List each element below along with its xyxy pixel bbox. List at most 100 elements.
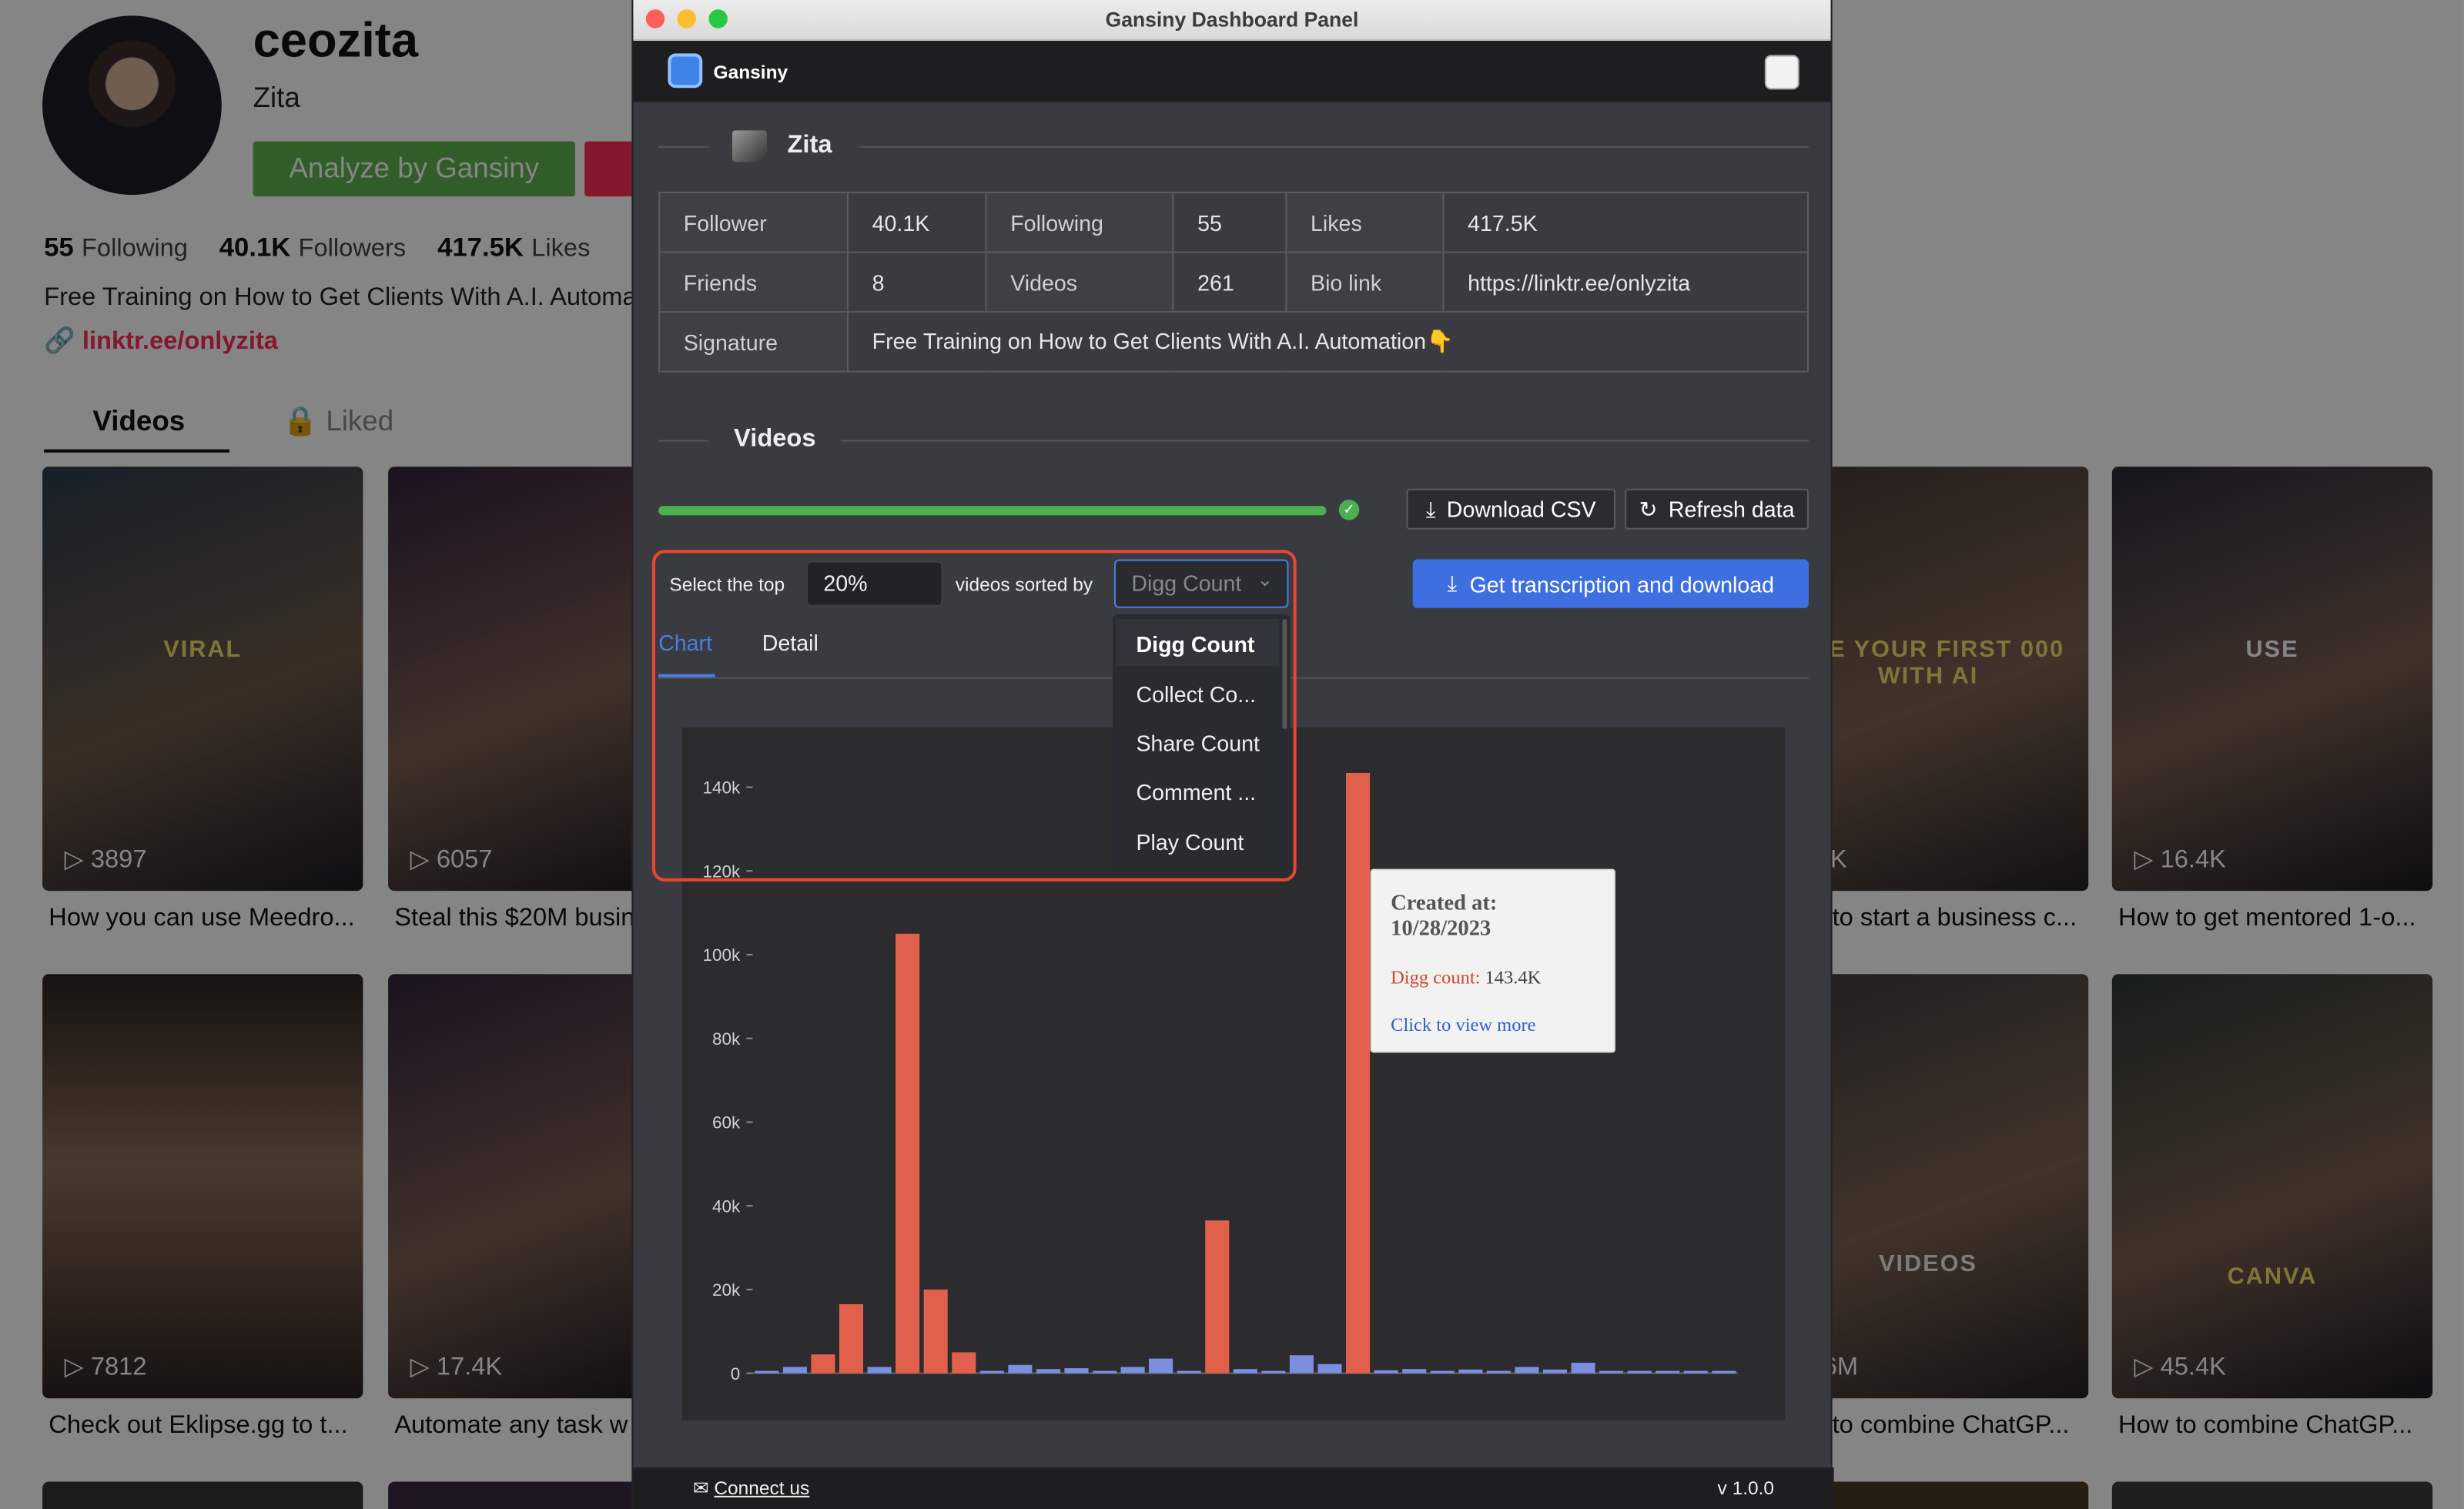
video-caption[interactable]: to combine ChatGP... [1833,1413,2070,1441]
video-caption[interactable]: Check out Eklipse.gg to t... [49,1413,347,1441]
chart-tooltip[interactable]: Created at: 10/28/2023 Digg count: 143.4… [1370,868,1615,1053]
bio-link-value[interactable]: https://linktr.ee/onlyzita [1442,251,1809,313]
chart-bar[interactable] [867,1367,892,1373]
chart-bar[interactable] [1656,1370,1680,1373]
menu-item-digg-count[interactable]: Digg Count [1136,631,1254,657]
following-stat[interactable]: 55 Following [44,233,188,264]
connect-us-link[interactable]: ✉ Connect us [693,1477,809,1499]
chart-bar[interactable] [1177,1370,1201,1373]
chart-bar[interactable] [839,1303,864,1373]
chart-bar[interactable] [1486,1370,1511,1373]
tab-liked[interactable]: 🔒 Liked [283,406,393,439]
menu-item-collect-count[interactable]: Collect Co... [1136,682,1256,708]
video-caption[interactable]: to start a business c... [1833,905,2077,934]
divider [859,146,1809,148]
chart-bar[interactable] [1261,1370,1286,1373]
app-name: Gansiny [713,61,788,84]
tooltip-created: Created at: 10/28/2023 [1391,892,1498,942]
chart-bar[interactable] [1627,1370,1652,1373]
download-icon: ⤓ [1425,495,1436,521]
user-avatar-icon[interactable] [1764,55,1799,90]
chart-bar[interactable] [811,1354,835,1373]
chart-bar[interactable] [896,933,920,1373]
y-tick-label: 100k [703,945,741,965]
chart-bar[interactable] [1008,1364,1033,1373]
y-tick-label: 40k [712,1196,741,1216]
menu-item-play-count[interactable]: Play Count [1136,830,1244,855]
download-icon: ⤓ [1447,570,1458,596]
chart-bar[interactable] [1402,1369,1427,1373]
video-card[interactable]: CANVA ▷ 45.4K [2111,974,2433,1399]
followers-stat[interactable]: 40.1K Followers [219,233,407,264]
bio-link-label: Bio link [1285,251,1445,313]
likes-value: 417.5K [1442,191,1809,253]
chart-bar[interactable] [755,1370,779,1373]
chart-bar[interactable] [1599,1370,1624,1373]
y-tick-label: 80k [712,1029,741,1049]
chart-bar[interactable] [1036,1369,1060,1373]
y-tick-label: 20k [712,1280,741,1300]
chart-bar[interactable] [1542,1369,1568,1373]
menu-scrollbar[interactable] [1282,619,1287,729]
chart-bar[interactable] [1233,1369,1257,1373]
refresh-data-button[interactable]: ↻ Refresh data [1625,488,1809,530]
video-card[interactable]: ▷ 7812 [42,974,363,1399]
check-icon: ✓ [1338,499,1360,520]
tooltip-digg: Digg count: 143.4K [1391,966,1542,989]
chart-bar[interactable] [1458,1369,1483,1373]
version-label: v 1.0.0 [1717,1477,1775,1499]
chart-bar[interactable] [1346,772,1371,1373]
video-caption[interactable]: Steal this $20M busin [394,905,634,934]
chart-bar[interactable] [1064,1368,1089,1373]
video-card[interactable]: USE ▷ 16.4K [2111,467,2433,892]
video-caption[interactable]: Automate any task w [394,1413,628,1441]
video-card[interactable]: VIRAL ▷ 3897 [42,467,363,892]
chart-bar[interactable] [1205,1220,1230,1373]
chart-bar[interactable] [1289,1355,1314,1373]
window-footer: ✉ Connect us v 1.0.0 [633,1467,1834,1509]
profile-nickname: Zita [253,82,300,113]
videos-value: 261 [1172,251,1287,313]
tab-videos[interactable]: Videos [92,406,185,439]
get-transcription-button[interactable]: ⤓ Get transcription and download [1412,559,1809,608]
likes-stat: 417.5K Likes [437,233,591,263]
chart-bar[interactable] [782,1367,807,1373]
window-titlebar[interactable]: Gansiny Dashboard Panel [633,0,1831,42]
video-caption[interactable]: How to get mentored 1-o... [2118,905,2416,934]
chart-bar[interactable] [952,1352,976,1373]
menu-item-comment-count[interactable]: Comment ... [1136,779,1256,805]
menu-item-share-count[interactable]: Share Count [1136,731,1259,756]
y-tick-label: 0 [731,1364,740,1384]
videos-section-title: Videos [734,426,816,453]
analyze-by-gansiny-button[interactable]: Analyze by Gansiny [253,141,575,197]
chart-bar[interactable] [1317,1363,1342,1373]
chart-bar[interactable] [1683,1370,1708,1373]
video-card[interactable] [42,1481,363,1509]
chart-bar[interactable] [979,1370,1004,1373]
chart-bar[interactable] [1374,1370,1398,1373]
gansiny-logo-icon [668,53,703,89]
signature-label: Signature [658,311,849,373]
profile-stats: 55 Following 40.1K Followers 417.5K Likes [44,233,590,264]
chart-bar[interactable] [1120,1367,1145,1373]
profile-link[interactable]: 🔗 linktr.ee/onlyzita [44,325,278,356]
chart-bar[interactable] [1430,1370,1455,1373]
profile-name: Zita [787,132,832,159]
video-caption[interactable]: How to combine ChatGP... [2118,1413,2412,1441]
chart-bar[interactable] [1571,1363,1595,1373]
loading-progress-bar [658,506,1327,516]
download-csv-button[interactable]: ⤓ Download CSV [1406,488,1615,530]
screen: ceozita Zita Analyze by Gansiny 55 Follow… [0,0,2464,1509]
chart-bar[interactable] [923,1289,948,1373]
videos-label: Videos [985,251,1174,313]
chart-bar[interactable] [1149,1358,1173,1373]
following-label: Following [985,191,1174,253]
chart-bar[interactable] [1515,1367,1539,1373]
profile-avatar[interactable] [42,15,222,196]
tooltip-view-more-link[interactable]: Click to view more [1391,1013,1595,1037]
chart-bar[interactable] [1092,1370,1117,1373]
following-value: 55 [1172,191,1287,253]
video-caption[interactable]: How you can use Meedro... [49,905,354,934]
chart-bar[interactable] [1712,1370,1736,1373]
video-card[interactable] [2111,1481,2433,1509]
